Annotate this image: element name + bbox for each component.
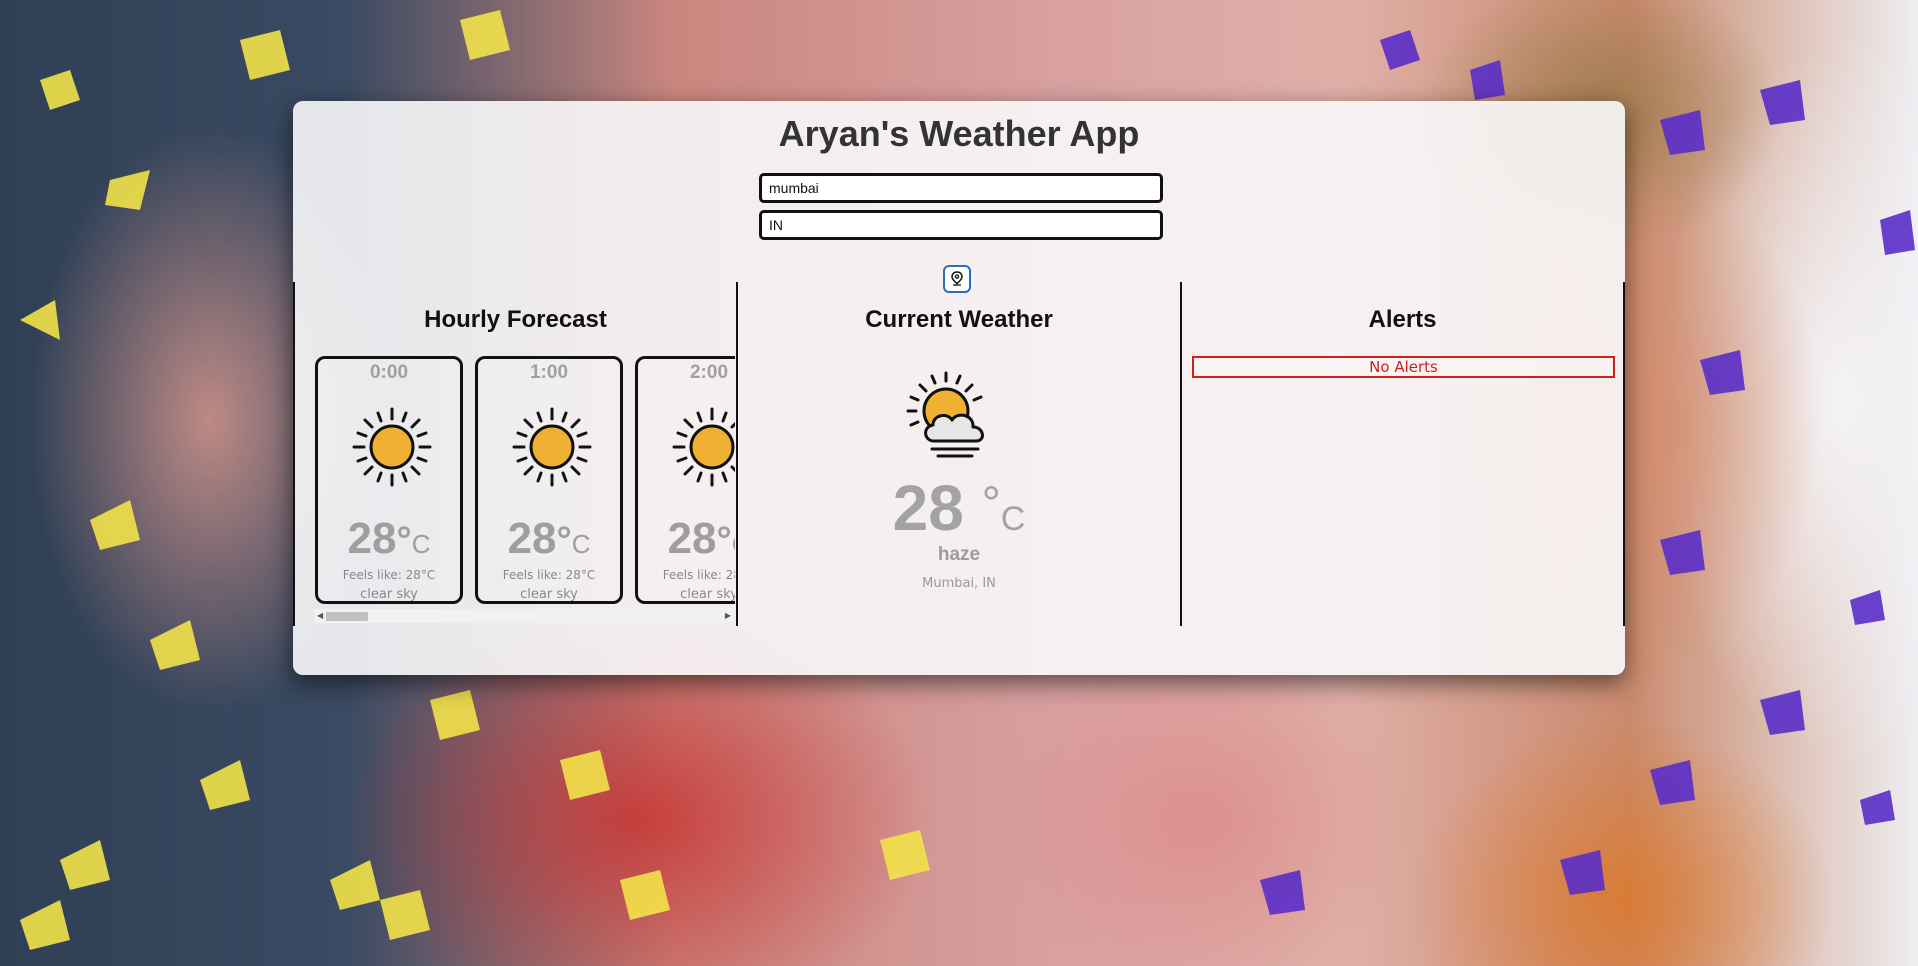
current-description: haze [937, 544, 981, 565]
weather-card: Aryan's Weather App Hourly Forecast 0:00 [293, 101, 1625, 675]
alerts-panel: Alerts No Alerts [1182, 282, 1623, 626]
current-location: Mumbai, IN [922, 576, 996, 591]
current-weather-title: Current Weather [865, 306, 1053, 333]
sun-icon [672, 407, 735, 487]
hour-time: 0:00 [369, 362, 409, 383]
haze-sun-cloud-icon [906, 371, 984, 458]
hour-temperature: 28°C [347, 514, 431, 563]
country-input[interactable] [759, 210, 1163, 240]
scrollbar-thumb[interactable] [326, 612, 368, 621]
hour-description: clear sky [360, 587, 418, 602]
scroll-left-arrow-icon[interactable]: ◀ [317, 611, 323, 621]
hour-feels-like: Feels like: 28°C [662, 568, 735, 582]
hour-temperature: 28°C [667, 514, 735, 563]
hour-card: 2:00 28°C Feels like: 28°C [635, 356, 735, 604]
hour-card: 1:00 28°C Feels like: 28°C clear sky [475, 356, 623, 604]
hour-feels-like: Feels like: 28°C [502, 568, 596, 582]
city-input[interactable] [759, 173, 1163, 203]
current-weather-panel: Current Weather 28 °C haze Mumbai, IN [738, 282, 1180, 626]
sun-icon [512, 407, 592, 487]
horizontal-scrollbar[interactable]: ◀ ▶ [314, 609, 734, 623]
hour-description: clear sky [680, 587, 735, 602]
hour-card: 0:00 28°C Feels like: 28°C clear sky [315, 356, 463, 604]
hourly-forecast-panel: Hourly Forecast 0:00 28°C Feels like: 28… [295, 282, 736, 626]
hourly-forecast-title: Hourly Forecast [424, 306, 607, 333]
hour-feels-like: Feels like: 28°C [342, 568, 436, 582]
current-temperature: 28 °C [892, 472, 1026, 544]
alert-message: No Alerts [1192, 356, 1615, 378]
hour-description: clear sky [520, 587, 578, 602]
hour-temperature: 28°C [507, 514, 591, 563]
hour-time: 1:00 [529, 362, 569, 383]
alerts-title: Alerts [1368, 306, 1437, 333]
hour-time: 2:00 [689, 362, 729, 383]
hourly-scroll-area[interactable]: 0:00 28°C Feels like: 28°C clear sky 1:0… [315, 356, 735, 609]
right-divider [1623, 282, 1625, 626]
scroll-right-arrow-icon[interactable]: ▶ [725, 611, 731, 621]
sun-icon [352, 407, 432, 487]
page-title: Aryan's Weather App [778, 113, 1140, 154]
